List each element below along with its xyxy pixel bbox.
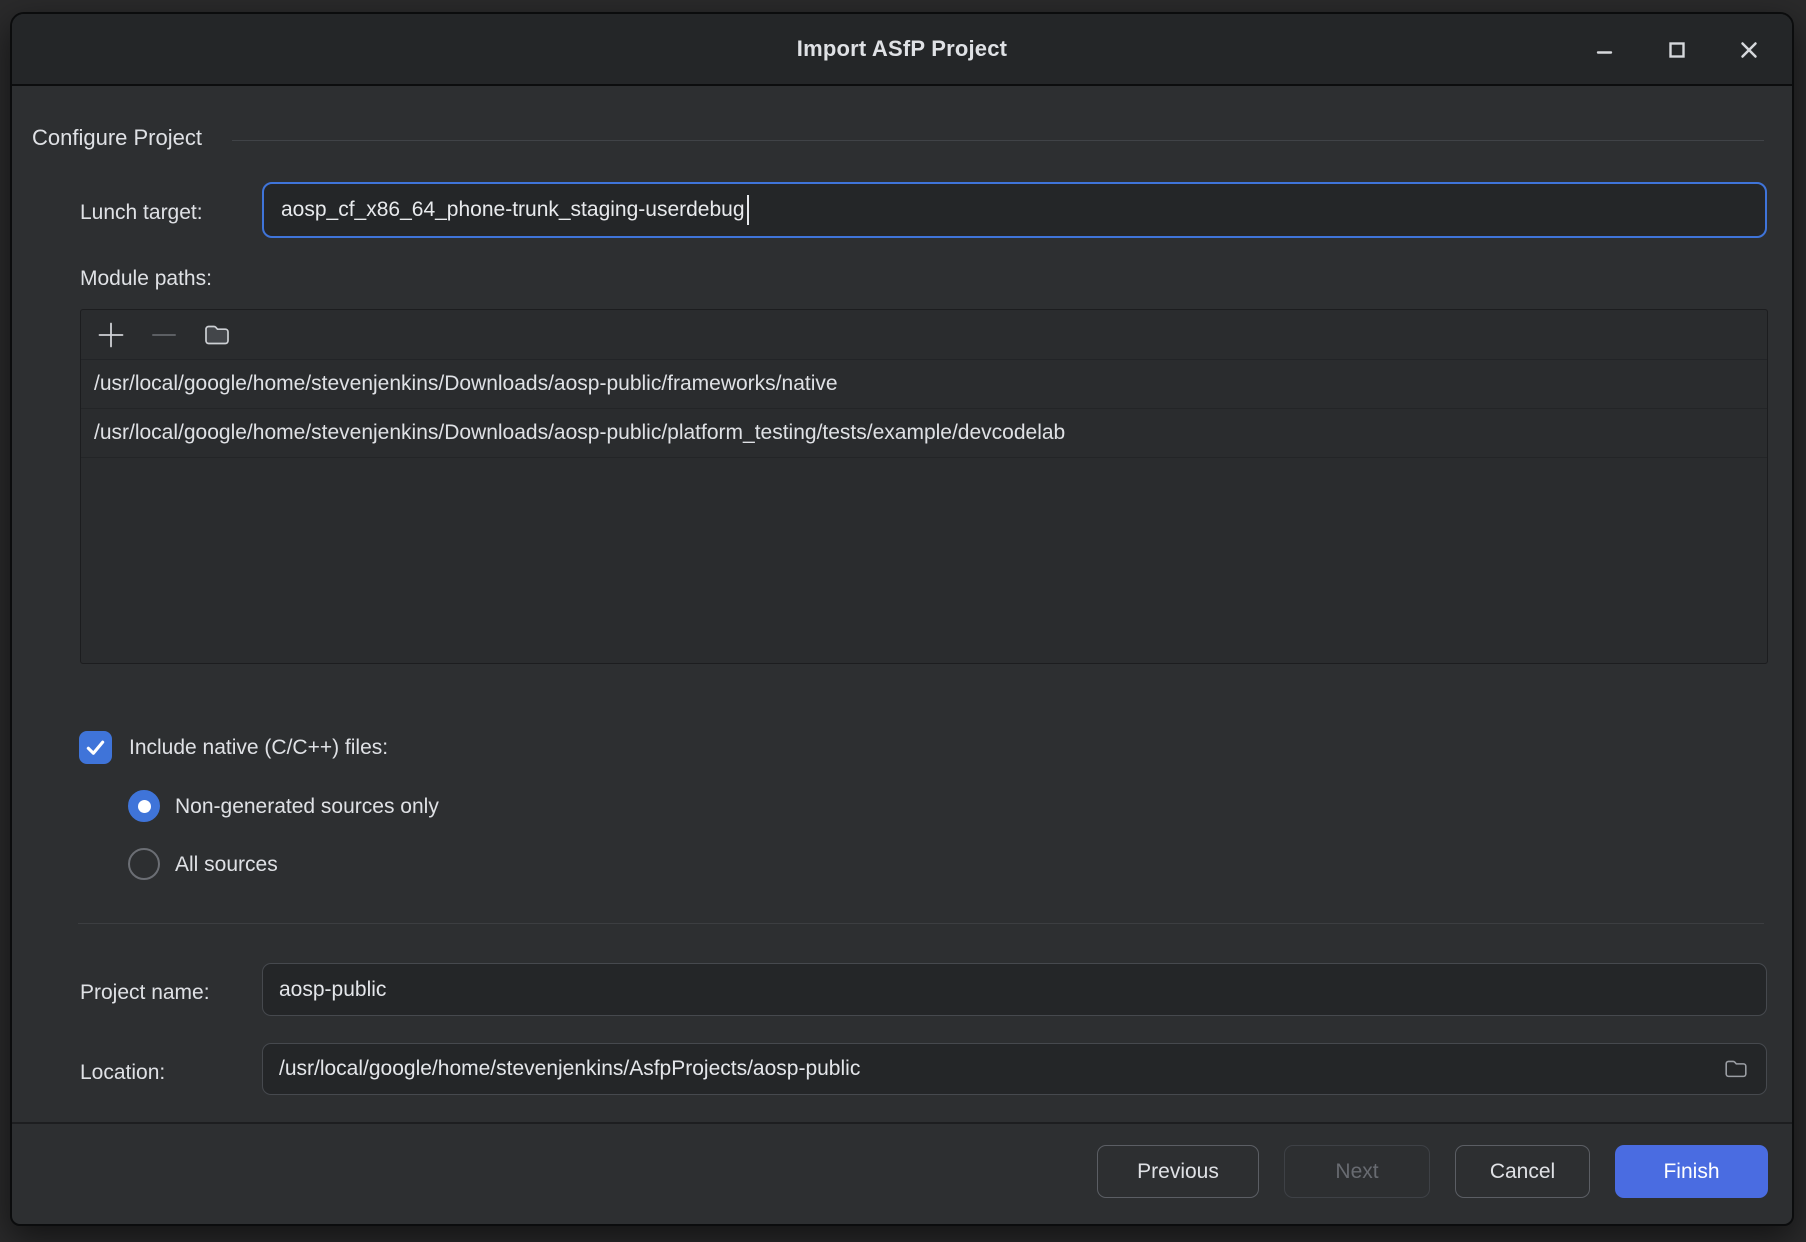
project-name-label: Project name: <box>80 980 210 1006</box>
import-asfp-dialog: Import ASfP Project Configure Project Lu… <box>10 12 1794 1226</box>
module-paths-label: Module paths: <box>80 266 212 292</box>
minimize-button[interactable] <box>1592 37 1618 63</box>
lunch-target-input[interactable]: aosp_cf_x86_64_phone-trunk_staging-userd… <box>262 182 1767 238</box>
module-paths-toolbar <box>81 310 1767 360</box>
add-path-button[interactable] <box>96 320 126 350</box>
browse-path-button[interactable] <box>202 320 232 350</box>
module-paths-panel: /usr/local/google/home/stevenjenkins/Dow… <box>80 309 1768 664</box>
include-native-label: Include native (C/C++) files: <box>129 735 388 761</box>
maximize-button[interactable] <box>1664 37 1690 63</box>
radio-all-sources-label: All sources <box>175 852 278 878</box>
window-controls <box>1592 14 1762 86</box>
radio-all-sources[interactable] <box>128 848 160 880</box>
dialog-title: Import ASfP Project <box>797 36 1007 62</box>
minus-icon <box>149 320 179 350</box>
location-value: /usr/local/google/home/stevenjenkins/Asf… <box>279 1057 860 1081</box>
section-header-rule <box>232 140 1764 141</box>
close-icon <box>1738 39 1760 61</box>
lunch-target-label: Lunch target: <box>80 200 203 226</box>
project-name-input[interactable]: aosp-public <box>262 963 1767 1016</box>
text-caret <box>747 195 749 225</box>
radio-non-generated-label: Non-generated sources only <box>175 794 439 820</box>
location-browse-button[interactable] <box>1722 1055 1750 1083</box>
section-divider <box>78 923 1764 924</box>
maximize-icon <box>1666 39 1688 61</box>
location-label: Location: <box>80 1060 165 1086</box>
radio-non-generated-sources[interactable] <box>128 790 160 822</box>
close-button[interactable] <box>1736 37 1762 63</box>
remove-path-button[interactable] <box>149 320 179 350</box>
previous-button[interactable]: Previous <box>1097 1145 1259 1198</box>
folder-icon <box>1722 1055 1750 1083</box>
module-path-row[interactable]: /usr/local/google/home/stevenjenkins/Dow… <box>81 360 1767 409</box>
check-icon <box>84 736 107 759</box>
cancel-button[interactable]: Cancel <box>1455 1145 1590 1198</box>
next-button[interactable]: Next <box>1284 1145 1430 1198</box>
module-path-row[interactable]: /usr/local/google/home/stevenjenkins/Dow… <box>81 409 1767 458</box>
plus-icon <box>96 320 126 350</box>
footer-separator <box>12 1122 1792 1124</box>
section-header: Configure Project <box>32 125 202 151</box>
project-name-value: aosp-public <box>279 978 386 1002</box>
minimize-icon <box>1594 39 1616 61</box>
include-native-checkbox[interactable] <box>79 731 112 764</box>
titlebar: Import ASfP Project <box>12 14 1792 86</box>
footer-buttons: Previous Next Cancel Finish <box>1097 1145 1768 1198</box>
location-input[interactable]: /usr/local/google/home/stevenjenkins/Asf… <box>262 1043 1767 1095</box>
lunch-target-value: aosp_cf_x86_64_phone-trunk_staging-userd… <box>281 198 745 222</box>
folder-icon <box>202 320 232 350</box>
finish-button[interactable]: Finish <box>1615 1145 1768 1198</box>
